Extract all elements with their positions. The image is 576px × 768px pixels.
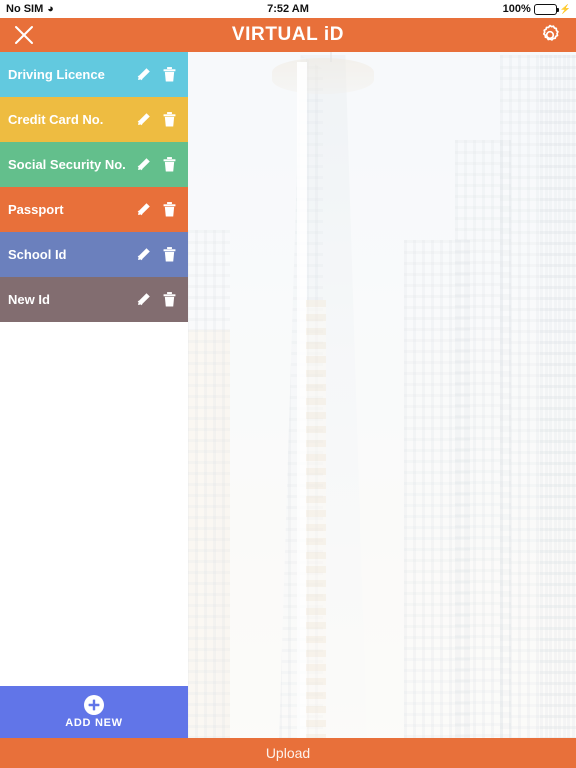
app-root: No SIM ◕ 7:52 AM 100% ⚡ VIRTUAL iD Drivi… — [0, 0, 576, 768]
id-item-label: Driving Licence — [8, 67, 105, 82]
pencil-icon — [137, 68, 150, 81]
add-new-label: ADD NEW — [65, 717, 123, 729]
list-item[interactable]: School Id — [0, 232, 188, 277]
delete-button[interactable] — [160, 290, 178, 310]
row-actions — [134, 245, 188, 265]
edit-button[interactable] — [134, 110, 152, 130]
trash-icon — [163, 157, 175, 172]
pencil-icon — [137, 158, 150, 171]
close-button[interactable] — [4, 18, 44, 52]
edit-button[interactable] — [134, 155, 152, 175]
pencil-icon — [137, 113, 150, 126]
status-bar-time: 7:52 AM — [267, 3, 309, 15]
pencil-icon — [137, 203, 150, 216]
row-actions — [134, 65, 188, 85]
delete-button[interactable] — [160, 65, 178, 85]
id-item-label: Social Security No. — [8, 157, 126, 172]
row-actions — [134, 110, 188, 130]
settings-button[interactable] — [530, 18, 570, 52]
delete-button[interactable] — [160, 110, 178, 130]
trash-icon — [163, 67, 175, 82]
edit-button[interactable] — [134, 65, 152, 85]
list-item[interactable]: Passport — [0, 187, 188, 232]
id-item-label: Credit Card No. — [8, 112, 104, 127]
app-header: VIRTUAL iD — [0, 18, 576, 52]
status-bar-right: 100% ⚡ — [503, 3, 571, 15]
trash-icon — [163, 112, 175, 127]
id-item-label: New Id — [8, 292, 50, 307]
list-item[interactable]: New Id — [0, 277, 188, 322]
row-actions — [134, 155, 188, 175]
trash-icon — [163, 247, 175, 262]
edit-button[interactable] — [134, 245, 152, 265]
battery-icon — [533, 3, 559, 15]
pencil-icon — [137, 248, 150, 261]
upload-button[interactable]: Upload — [0, 738, 576, 768]
edit-button[interactable] — [134, 290, 152, 310]
list-item[interactable]: Credit Card No. — [0, 97, 188, 142]
upload-label: Upload — [265, 745, 311, 761]
row-actions — [134, 200, 188, 220]
add-new-button[interactable]: ADD NEW — [0, 686, 188, 738]
delete-button[interactable] — [160, 155, 178, 175]
delete-button[interactable] — [160, 245, 178, 265]
id-list-sidebar: Driving Licence Credit Card No. Social S… — [0, 52, 188, 686]
plus-circle-icon — [84, 695, 104, 715]
trash-icon — [163, 202, 175, 217]
pencil-icon — [137, 293, 150, 306]
battery-percent-label: 100% — [502, 3, 531, 15]
list-item[interactable]: Social Security No. — [0, 142, 188, 187]
delete-button[interactable] — [160, 200, 178, 220]
id-item-label: Passport — [8, 202, 64, 217]
edit-button[interactable] — [134, 200, 152, 220]
gear-icon — [542, 24, 559, 41]
close-icon — [15, 26, 33, 44]
plus-icon — [88, 699, 100, 711]
status-bar: No SIM ◕ 7:52 AM 100% ⚡ — [0, 0, 576, 18]
trash-icon — [163, 292, 175, 307]
list-item[interactable]: Driving Licence — [0, 52, 188, 97]
id-item-label: School Id — [8, 247, 67, 262]
row-actions — [134, 290, 188, 310]
page-title: VIRTUAL iD — [231, 24, 345, 45]
charging-bolt-icon: ⚡ — [559, 3, 571, 14]
